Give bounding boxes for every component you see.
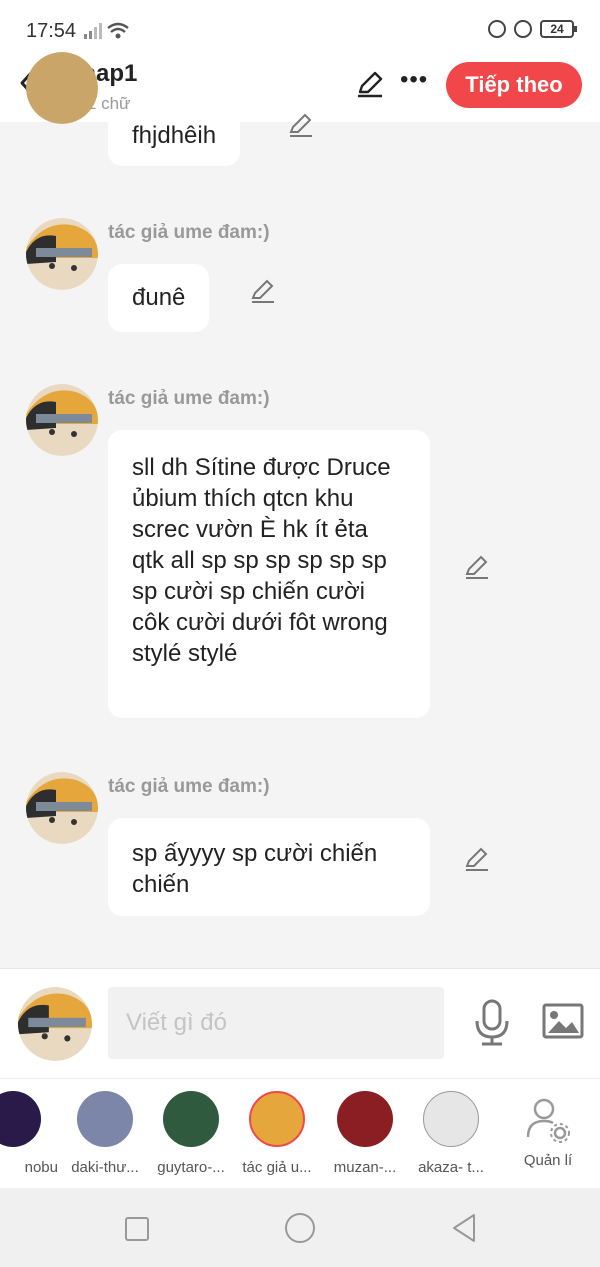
avatar[interactable] [26, 384, 98, 456]
character-avatar [337, 1091, 393, 1147]
manage-label: Quản lí [523, 1152, 573, 1169]
character-avatar [163, 1091, 219, 1147]
message-bubble: sp ấyyyy sp cười chiến chiến [108, 818, 430, 916]
home-icon[interactable] [284, 1212, 316, 1244]
system-nav-bar [0, 1188, 600, 1267]
character-avatar [249, 1091, 305, 1147]
edit-message-icon[interactable] [464, 846, 490, 872]
character-label: daki-thư... [71, 1159, 139, 1176]
message-author: tác giả ume đam:) [108, 776, 270, 797]
message-bubble: đunê [108, 264, 210, 332]
mode-icon [488, 20, 506, 38]
more-options-icon[interactable]: ••• [400, 66, 428, 94]
battery-indicator: 24 [540, 20, 577, 38]
back-nav-icon[interactable] [450, 1212, 478, 1244]
character-item[interactable]: akaza- t... [406, 1091, 496, 1176]
character-avatar [0, 1091, 41, 1147]
character-label: tác giả u... [242, 1159, 312, 1176]
character-label: nobu [24, 1159, 58, 1176]
message-input[interactable] [108, 987, 444, 1059]
character-label: muzan-... [333, 1159, 397, 1176]
message-bubble: fhjdhêih [108, 110, 241, 166]
selected-character-avatar[interactable] [18, 987, 92, 1061]
lock-rotation-icon [514, 20, 532, 38]
character-item[interactable]: muzan-... [320, 1091, 410, 1176]
edit-message-icon[interactable] [464, 554, 490, 580]
status-time: 17:54 [26, 20, 77, 42]
user-settings-icon [526, 1098, 570, 1143]
character-selector: nobu daki-thư... guytaro-... tác giả u..… [0, 1078, 600, 1188]
signal-wifi-icon [84, 22, 129, 39]
character-item[interactable]: nobu [0, 1091, 58, 1176]
character-label: akaza- t... [418, 1159, 484, 1176]
avatar[interactable] [26, 772, 98, 844]
status-bar: 17:54 24 [0, 0, 600, 56]
image-icon[interactable] [542, 1003, 584, 1039]
character-item[interactable]: guytaro-... [146, 1091, 236, 1176]
character-item[interactable]: daki-thư... [60, 1091, 150, 1176]
character-item-selected[interactable]: tác giả u... [232, 1091, 322, 1176]
manage-characters-button[interactable]: Quản lí [503, 1091, 593, 1169]
recent-apps-icon[interactable] [124, 1216, 150, 1242]
edit-message-icon[interactable] [250, 278, 276, 304]
next-button[interactable]: Tiếp theo [446, 62, 582, 108]
compose-bar [0, 968, 600, 1078]
message-author: tác giả ume đam:) [108, 222, 270, 243]
microphone-icon[interactable] [472, 999, 512, 1047]
character-avatar [77, 1091, 133, 1147]
message-author: tác giả ume đam:) [108, 388, 270, 409]
avatar[interactable] [26, 218, 98, 290]
edit-message-icon[interactable] [288, 112, 314, 138]
character-avatar [423, 1091, 479, 1147]
message-bubble: sll dh Sítine được Druce ủbium thích qtc… [108, 430, 430, 718]
edit-pencil-icon[interactable] [356, 70, 384, 98]
character-label: guytaro-... [157, 1159, 225, 1176]
avatar [26, 52, 98, 124]
